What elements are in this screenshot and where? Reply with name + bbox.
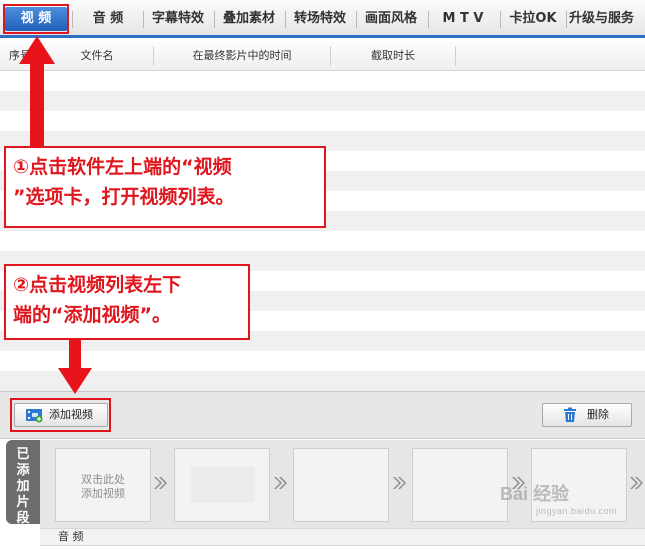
- list-row: [0, 91, 645, 111]
- tab-separator: [285, 11, 286, 28]
- tab-transition-effects[interactable]: 转场特效: [289, 7, 351, 31]
- list-row: [0, 371, 645, 391]
- video-list-header: 序号 文件名 在最终影片中的时间 截取时长: [0, 41, 645, 71]
- tab-audio[interactable]: 音 频: [78, 7, 138, 31]
- add-video-highlight: [10, 398, 111, 432]
- chevron-right-icon: [154, 477, 167, 489]
- tab-separator: [72, 11, 73, 28]
- audio-track[interactable]: 音 频: [40, 528, 645, 546]
- clip-add-hint: 双击此处 添加视频: [81, 473, 125, 500]
- added-clips-label: 已添加片段: [6, 440, 40, 526]
- column-separator: [455, 46, 456, 66]
- clip-slot[interactable]: [293, 448, 389, 522]
- tab-separator: [214, 11, 215, 28]
- tab-picture-style[interactable]: 画面风格: [360, 7, 422, 31]
- tab-upgrade-service[interactable]: 升级与服务: [569, 7, 645, 31]
- list-row: [0, 351, 645, 371]
- annotation-arrow-up-head: [19, 36, 55, 64]
- column-header-time-in-movie[interactable]: 在最终影片中的时间: [154, 41, 330, 71]
- chevron-right-icon: [393, 477, 406, 489]
- tab-separator: [566, 11, 567, 28]
- annotation-arrow-down-shaft: [69, 336, 81, 370]
- tab-separator: [500, 11, 501, 28]
- tab-subtitle-effects[interactable]: 字幕特效: [147, 7, 209, 31]
- clip-thumbnail: [191, 467, 255, 503]
- clip-slot[interactable]: [412, 448, 508, 522]
- delete-button[interactable]: 删除: [542, 403, 632, 427]
- delete-label: 删除: [587, 408, 609, 421]
- clip-slot[interactable]: 双击此处 添加视频: [55, 448, 151, 522]
- tab-separator: [356, 11, 357, 28]
- baidu-watermark: Bai 经验 jingyan.baidu.com: [500, 484, 618, 516]
- audio-track-label: 音 频: [58, 530, 84, 543]
- tab-mtv[interactable]: M T V: [432, 7, 494, 31]
- tab-overlay-material[interactable]: 叠加素材: [218, 7, 280, 31]
- tab-separator: [143, 11, 144, 28]
- column-header-filename[interactable]: 文件名: [41, 41, 153, 71]
- chevron-right-icon: [274, 477, 287, 489]
- annotation-arrow-up-shaft: [30, 62, 44, 146]
- annotation-step-2: ②点击视频列表左下 端的“添加视频”。: [4, 264, 250, 340]
- main-tab-bar: 视 频 音 频 字幕特效 叠加素材 转场特效 画面风格 M T V 卡拉OK 升…: [0, 0, 645, 38]
- annotation-arrow-down-head: [58, 368, 92, 394]
- watermark-url: jingyan.baidu.com: [536, 506, 618, 516]
- column-header-clip-duration[interactable]: 截取时长: [331, 41, 455, 71]
- tab-separator: [428, 11, 429, 28]
- clip-slot[interactable]: [174, 448, 270, 522]
- list-row: [0, 231, 645, 251]
- trash-icon: [564, 407, 576, 422]
- list-row: [0, 71, 645, 91]
- video-tab-highlight: [3, 4, 69, 34]
- tab-karaoke[interactable]: 卡拉OK: [503, 7, 563, 31]
- list-row: [0, 111, 645, 131]
- video-list[interactable]: [0, 71, 645, 391]
- annotation-step-1: ①点击软件左上端的“视频 ”选项卡，打开视频列表。: [4, 146, 326, 228]
